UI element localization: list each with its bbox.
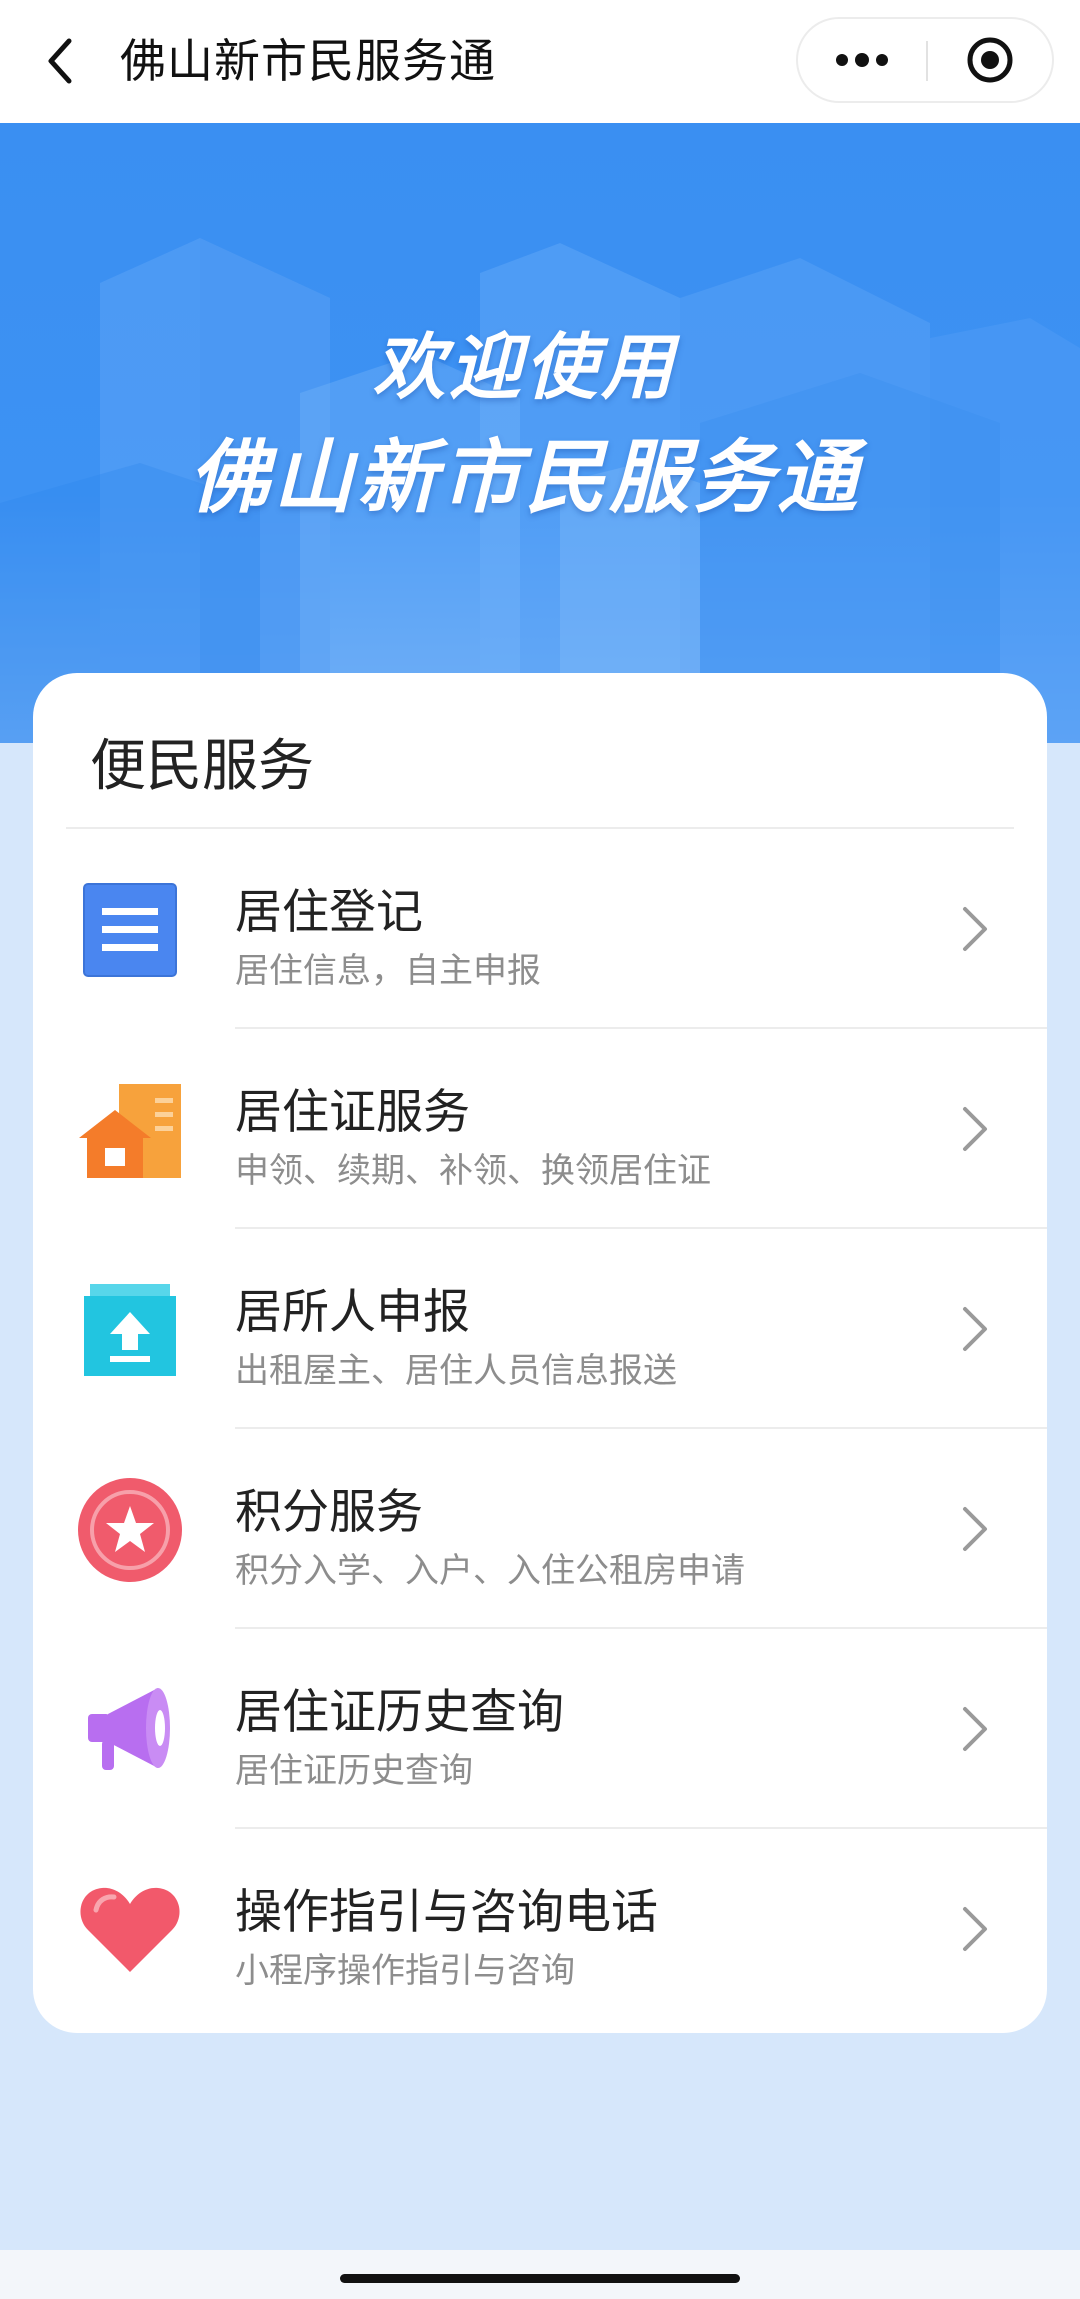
- banner-welcome-line: 欢迎使用: [372, 325, 677, 409]
- close-mini-program-button[interactable]: [928, 19, 1052, 101]
- chevron-right-icon: [963, 1307, 987, 1351]
- services-card: 便民服务 居住登记 居住信息，自主申报 居住证服务 申领、续期、补领、换领居住证…: [33, 673, 1047, 2033]
- service-description: 居住证历史查询: [235, 1751, 473, 1791]
- service-item-guide-and-hotline[interactable]: 操作指引与咨询电话 小程序操作指引与咨询: [33, 1829, 1047, 2029]
- service-name: 居住证服务: [235, 1085, 470, 1140]
- star-badge-icon: [75, 1475, 185, 1585]
- megaphone-icon: [75, 1675, 185, 1785]
- services-section-title: 便民服务: [90, 734, 314, 799]
- service-name: 居住登记: [235, 885, 423, 940]
- page-title: 佛山新市民服务通: [120, 34, 496, 88]
- service-name: 居住证历史查询: [235, 1685, 564, 1740]
- more-button[interactable]: [798, 19, 926, 101]
- service-description: 出租屋主、居住人员信息报送: [235, 1351, 677, 1391]
- service-item-permit-history[interactable]: 居住证历史查询 居住证历史查询: [33, 1629, 1047, 1829]
- service-item-residence-permit[interactable]: 居住证服务 申领、续期、补领、换领居住证: [33, 1029, 1047, 1229]
- back-button[interactable]: [30, 26, 90, 96]
- chevron-left-icon: [48, 38, 72, 84]
- chevron-right-icon: [963, 907, 987, 951]
- service-item-residence-declaration[interactable]: 居所人申报 出租屋主、居住人员信息报送: [33, 1229, 1047, 1429]
- chevron-right-icon: [963, 1707, 987, 1751]
- chevron-right-icon: [963, 1907, 987, 1951]
- heart-icon: [75, 1875, 185, 1985]
- document-list-icon: [75, 875, 185, 985]
- house-building-icon: [75, 1075, 185, 1185]
- welcome-banner: 欢迎使用 佛山新市民服务通: [0, 123, 1080, 743]
- service-item-points[interactable]: 积分服务 积分入学、入户、入住公租房申请: [33, 1429, 1047, 1629]
- banner-app-name-line: 佛山新市民服务通: [189, 431, 861, 524]
- service-description: 积分入学、入户、入住公租房申请: [235, 1551, 745, 1591]
- chevron-right-icon: [963, 1507, 987, 1551]
- service-item-residence-registration[interactable]: 居住登记 居住信息，自主申报: [33, 829, 1047, 1029]
- upload-box-icon: [75, 1275, 185, 1385]
- service-name: 居所人申报: [235, 1285, 470, 1340]
- service-description: 小程序操作指引与咨询: [235, 1951, 575, 1991]
- top-navigation-bar: 佛山新市民服务通: [0, 0, 1080, 123]
- service-name: 操作指引与咨询电话: [235, 1885, 658, 1940]
- chevron-right-icon: [963, 1107, 987, 1151]
- service-name: 积分服务: [235, 1485, 423, 1540]
- target-circle-icon: [967, 37, 1013, 83]
- home-indicator[interactable]: [340, 2274, 740, 2283]
- service-description: 申领、续期、补领、换领居住证: [235, 1151, 711, 1191]
- more-dots-icon: [836, 53, 888, 67]
- service-description: 居住信息，自主申报: [235, 951, 541, 991]
- mini-program-capsule: [796, 17, 1054, 103]
